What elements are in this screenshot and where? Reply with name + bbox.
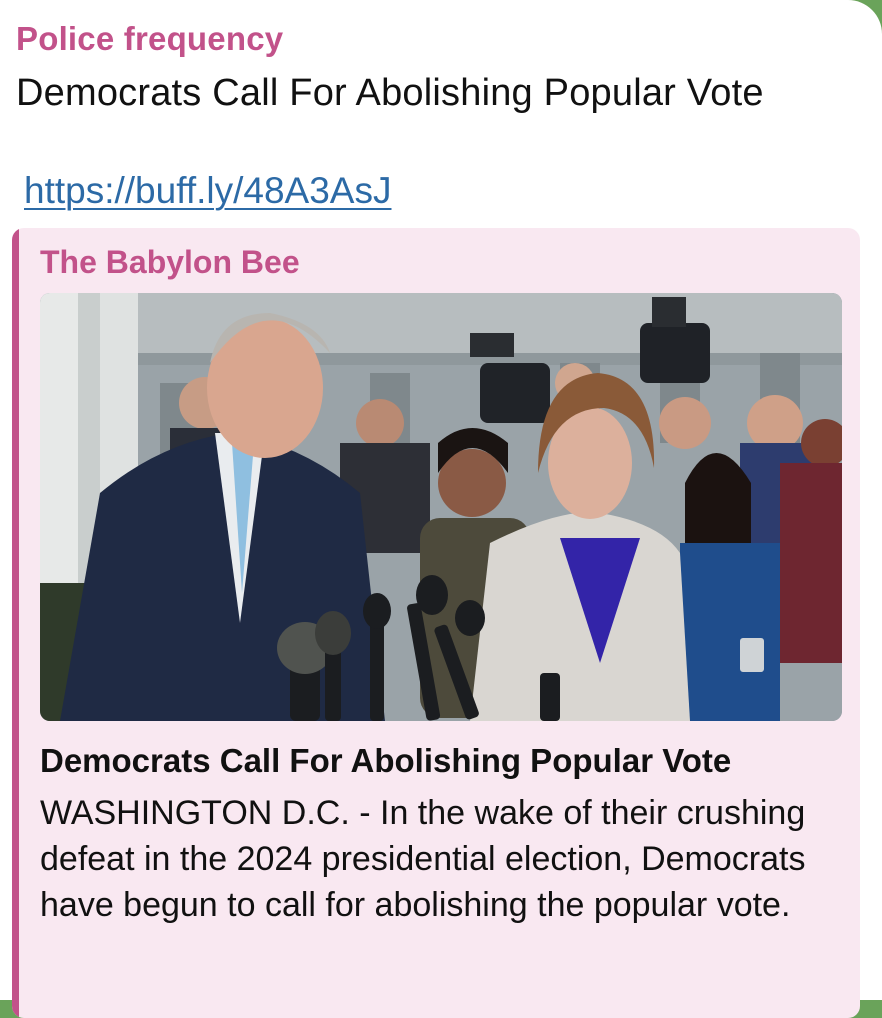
link-preview-image[interactable] [40,293,842,721]
message-text: Democrats Call For Abolishing Popular Vo… [16,72,764,114]
sender-name[interactable]: Police frequency [16,20,283,58]
link-preview-site-name: The Babylon Bee [40,244,300,280]
link-preview-description: WASHINGTON D.C. - In the wake of their c… [40,794,806,924]
press-conference-photo [40,293,842,721]
link-preview-accent-bar [12,228,19,1018]
link-preview-title: Democrats Call For Abolishing Popular Vo… [40,742,732,779]
message-link[interactable]: https://buff.ly/48A3AsJ [24,170,391,212]
link-preview[interactable]: The Babylon Bee Democrats Call For Aboli… [12,228,860,1018]
message-bubble: Police frequency Democrats Call For Abol… [0,0,882,1018]
